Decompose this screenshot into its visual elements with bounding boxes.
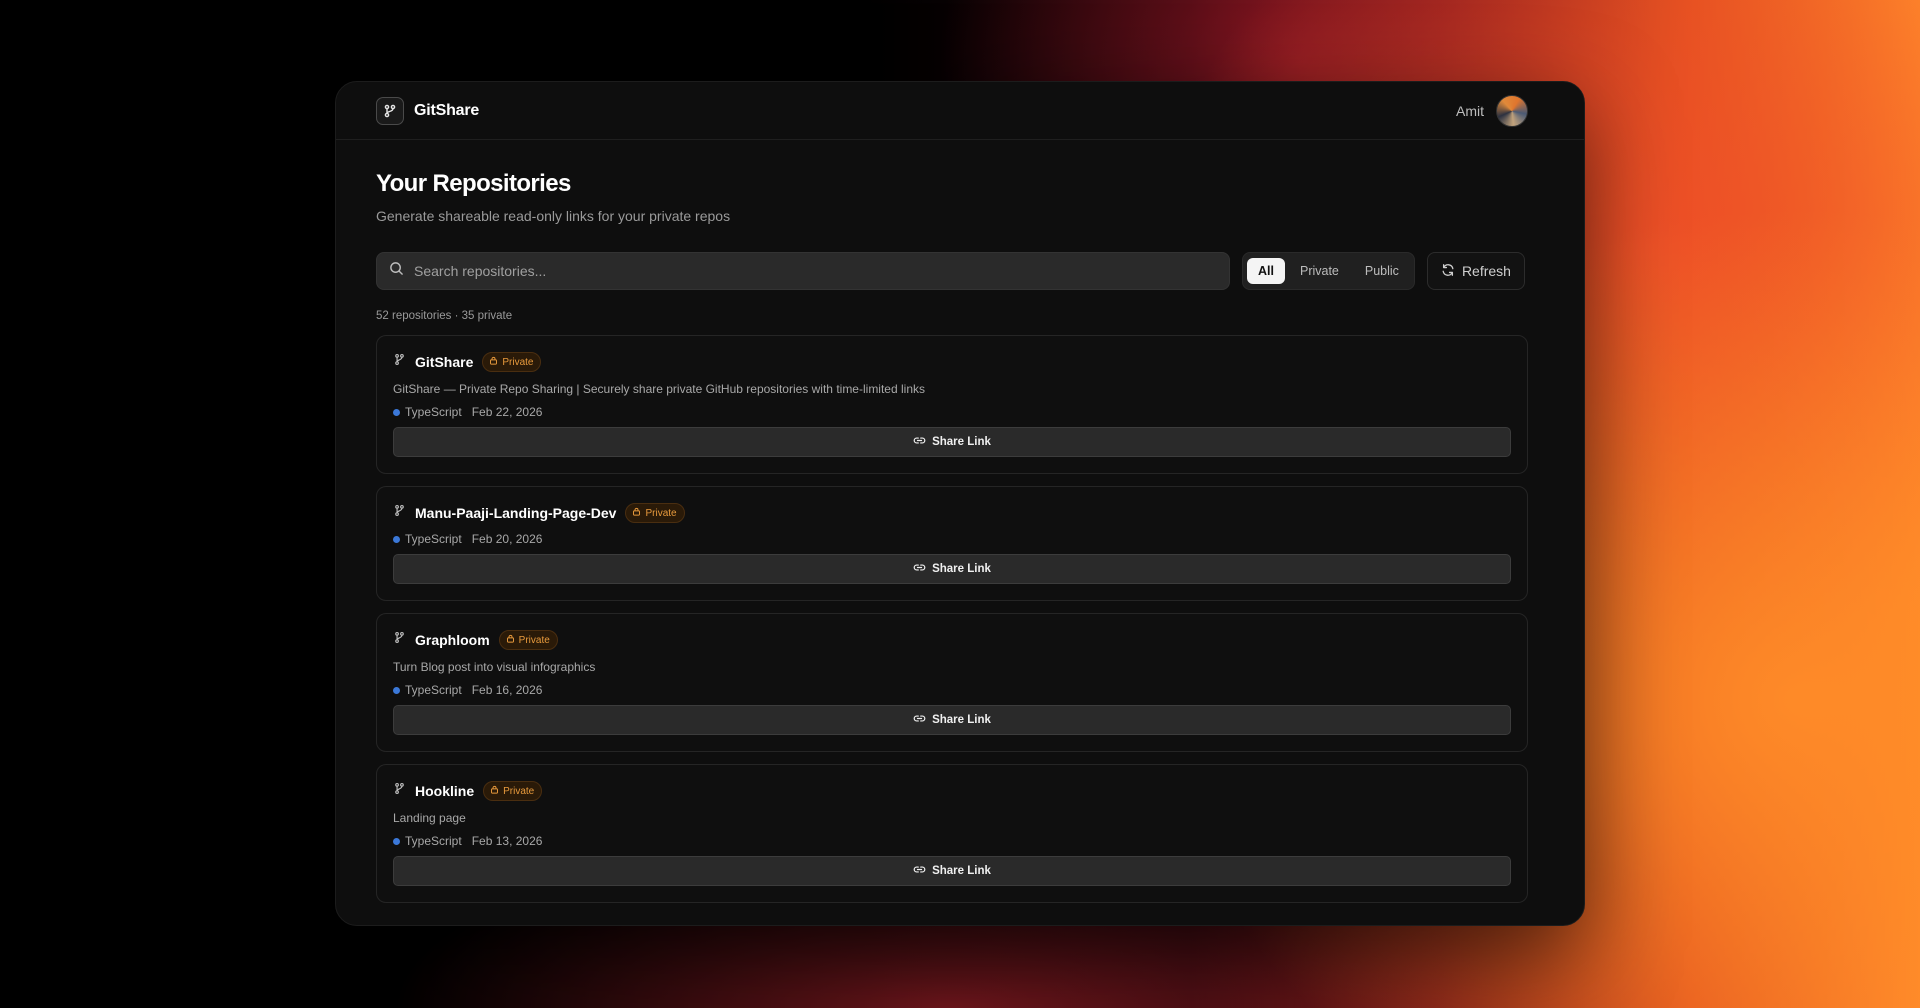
- language-dot: [393, 686, 400, 694]
- repo-card: GitShare Private GitShare — Private Repo…: [376, 335, 1528, 474]
- page-title: Your Repositories: [376, 170, 571, 197]
- share-link-button[interactable]: Share Link: [393, 705, 1511, 735]
- repo-card: Hookline Private Landing page TypeScript…: [376, 764, 1528, 903]
- filter-tab-private[interactable]: Private: [1289, 258, 1350, 284]
- refresh-button[interactable]: Refresh: [1426, 252, 1525, 290]
- private-badge: Private: [625, 503, 685, 523]
- repo-count: 52 repositories · 35 private: [376, 310, 513, 322]
- link-icon: [913, 561, 926, 577]
- top-bar: GitShare Amit: [336, 82, 1584, 140]
- language-label: TypeScript: [405, 834, 462, 848]
- repo-meta: TypeScript Feb 22, 2026: [393, 405, 1511, 419]
- repo-meta: TypeScript Feb 16, 2026: [393, 683, 1511, 697]
- repo-name[interactable]: Hookline: [415, 783, 474, 799]
- lock-icon: [489, 356, 498, 368]
- repo-meta: TypeScript Feb 13, 2026: [393, 834, 1511, 848]
- refresh-icon: [1441, 263, 1455, 280]
- git-branch-icon: [393, 631, 406, 649]
- share-link-button[interactable]: Share Link: [393, 856, 1511, 886]
- repo-language: TypeScript: [393, 834, 462, 848]
- lock-icon: [506, 634, 515, 646]
- private-badge: Private: [482, 352, 542, 372]
- share-link-label: Share Link: [932, 436, 991, 448]
- user-name: Amit: [1456, 102, 1484, 119]
- language-label: TypeScript: [405, 532, 462, 546]
- search-box[interactable]: [376, 252, 1230, 290]
- link-icon: [913, 434, 926, 450]
- link-icon: [913, 712, 926, 728]
- avatar[interactable]: [1496, 94, 1528, 127]
- repo-header: Manu-Paaji-Landing-Page-Dev Private: [393, 503, 1511, 523]
- page-background: GitShare Amit Your Repositories Generate…: [0, 0, 1920, 1008]
- page-subtitle: Generate shareable read-only links for y…: [376, 208, 731, 224]
- language-label: TypeScript: [405, 405, 462, 419]
- repo-date: Feb 16, 2026: [471, 683, 543, 697]
- repo-language: TypeScript: [393, 683, 462, 697]
- badge-label: Private: [645, 507, 677, 519]
- app-name: GitShare: [414, 101, 480, 119]
- repo-date: Feb 13, 2026: [471, 834, 543, 848]
- search-input[interactable]: [414, 263, 1217, 279]
- repo-name[interactable]: Manu-Paaji-Landing-Page-Dev: [415, 505, 616, 521]
- git-branch-icon: [393, 782, 406, 800]
- repo-description: Landing page: [393, 811, 466, 825]
- link-icon: [913, 863, 926, 879]
- badge-label: Private: [502, 356, 534, 368]
- repo-card: Manu-Paaji-Landing-Page-Dev Private Type…: [376, 486, 1528, 601]
- git-branch-icon: [393, 353, 406, 371]
- share-link-button[interactable]: Share Link: [393, 554, 1511, 584]
- refresh-label: Refresh: [1461, 263, 1511, 279]
- share-link-button[interactable]: Share Link: [393, 427, 1511, 457]
- share-link-label: Share Link: [932, 865, 991, 877]
- badge-label: Private: [518, 634, 550, 646]
- repo-meta: TypeScript Feb 20, 2026: [393, 532, 1511, 546]
- filter-tab-public[interactable]: Public: [1354, 258, 1410, 284]
- repo-card: Graphloom Private Turn Blog post into vi…: [376, 613, 1528, 752]
- private-badge: Private: [498, 630, 558, 650]
- git-branch-icon: [393, 504, 406, 522]
- main-content: Your Repositories Generate shareable rea…: [336, 140, 1584, 903]
- app-window: GitShare Amit Your Repositories Generate…: [335, 81, 1585, 926]
- lock-icon: [490, 785, 499, 797]
- language-dot: [393, 535, 400, 543]
- toolbar: All Private Public Refresh: [376, 252, 1528, 290]
- repo-date: Feb 22, 2026: [471, 405, 543, 419]
- repo-language: TypeScript: [393, 532, 462, 546]
- repo-list: GitShare Private GitShare — Private Repo…: [376, 335, 1528, 903]
- filter-tab-all[interactable]: All: [1247, 258, 1285, 284]
- repo-language: TypeScript: [393, 405, 462, 419]
- lock-icon: [632, 507, 641, 519]
- visibility-filter: All Private Public: [1242, 252, 1415, 290]
- language-dot: [393, 837, 400, 845]
- user-menu[interactable]: Amit: [1456, 94, 1528, 127]
- share-link-label: Share Link: [932, 563, 991, 575]
- repo-description: GitShare — Private Repo Sharing | Secure…: [393, 382, 925, 396]
- badge-label: Private: [503, 785, 535, 797]
- repo-date: Feb 20, 2026: [471, 532, 543, 546]
- repo-header: Graphloom Private: [393, 630, 1511, 650]
- repo-header: Hookline Private: [393, 781, 1511, 801]
- git-branch-logo-icon: [376, 96, 404, 125]
- share-link-label: Share Link: [932, 714, 991, 726]
- language-label: TypeScript: [405, 683, 462, 697]
- repo-description: Turn Blog post into visual infographics: [393, 660, 596, 674]
- search-icon: [389, 261, 404, 281]
- language-dot: [393, 408, 400, 416]
- private-badge: Private: [483, 781, 543, 801]
- brand[interactable]: GitShare: [376, 96, 480, 125]
- repo-name[interactable]: GitShare: [415, 354, 473, 370]
- repo-header: GitShare Private: [393, 352, 1511, 372]
- repo-name[interactable]: Graphloom: [415, 632, 490, 648]
